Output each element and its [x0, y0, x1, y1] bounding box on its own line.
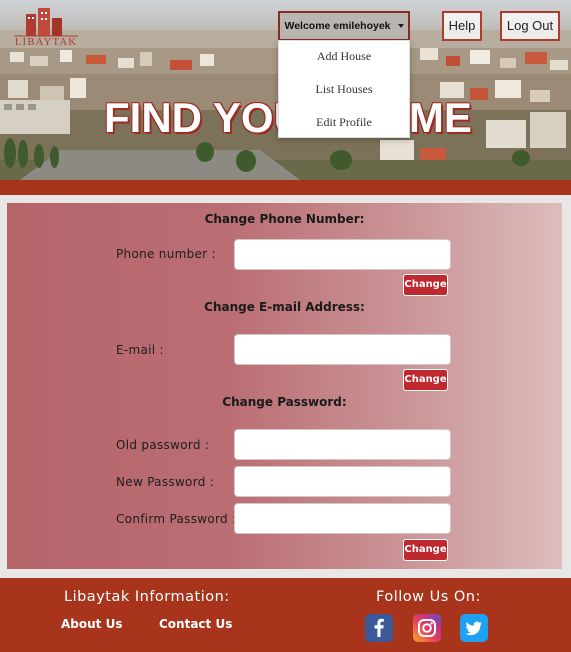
user-dropdown-menu: Add House List Houses Edit Profile: [278, 40, 410, 138]
welcome-label: Welcome emilehoyek: [284, 20, 391, 32]
confirm-password-input[interactable]: [234, 503, 451, 534]
menu-item-add-house[interactable]: Add House: [279, 49, 409, 64]
phone-label: Phone number :: [116, 247, 216, 261]
building-icon: [14, 8, 78, 37]
main-content: Change Phone Number: Phone number : Chan…: [0, 195, 571, 578]
old-password-input[interactable]: [234, 429, 451, 460]
tree: [50, 146, 59, 168]
welcome-user-dropdown[interactable]: Welcome emilehoyek: [278, 11, 410, 41]
about-us-link[interactable]: About Us: [61, 617, 122, 631]
hero-banner: FIND YOUR HOME LIBAYTAK Welcome emilehoy…: [0, 0, 571, 180]
footer-info-heading: Libaytak Information:: [64, 589, 230, 605]
twitter-icon[interactable]: [460, 614, 488, 642]
tree: [18, 140, 28, 168]
contact-us-link[interactable]: Contact Us: [159, 617, 232, 631]
change-password-button[interactable]: Change: [403, 539, 448, 561]
email-label: E-mail :: [116, 343, 164, 357]
logout-button[interactable]: Log Out: [500, 11, 560, 41]
help-button[interactable]: Help: [442, 11, 482, 41]
tree: [236, 150, 256, 172]
instagram-icon[interactable]: [413, 614, 441, 642]
tree: [34, 144, 44, 168]
footer: Libaytak Information: About Us Contact U…: [0, 578, 571, 652]
header-divider: [0, 180, 571, 195]
tree: [196, 142, 214, 162]
footer-follow-heading: Follow Us On:: [376, 589, 481, 605]
phone-section-title: Change Phone Number:: [204, 212, 365, 226]
old-password-label: Old password :: [116, 438, 210, 452]
tree: [512, 150, 530, 166]
password-section-title: Change Password:: [222, 395, 347, 409]
email-section-title: Change E-mail Address:: [204, 300, 365, 314]
menu-item-edit-profile[interactable]: Edit Profile: [279, 115, 409, 130]
change-phone-button[interactable]: Change: [403, 274, 448, 296]
caret-down-icon: [397, 24, 404, 29]
change-email-button[interactable]: Change: [403, 369, 448, 391]
phone-number-input[interactable]: [234, 239, 451, 270]
tree: [4, 138, 16, 168]
new-password-label: New Password :: [116, 475, 215, 489]
edit-profile-form: Change Phone Number: Phone number : Chan…: [7, 203, 562, 569]
facebook-icon[interactable]: [365, 614, 393, 642]
logo-text: LIBAYTAK: [14, 36, 78, 48]
libaytak-logo[interactable]: LIBAYTAK: [8, 4, 84, 50]
confirm-password-label: Confirm Password :: [116, 512, 237, 526]
menu-item-list-houses[interactable]: List Houses: [279, 82, 409, 97]
email-input[interactable]: [234, 334, 451, 365]
tree: [330, 150, 352, 170]
new-password-input[interactable]: [234, 466, 451, 497]
